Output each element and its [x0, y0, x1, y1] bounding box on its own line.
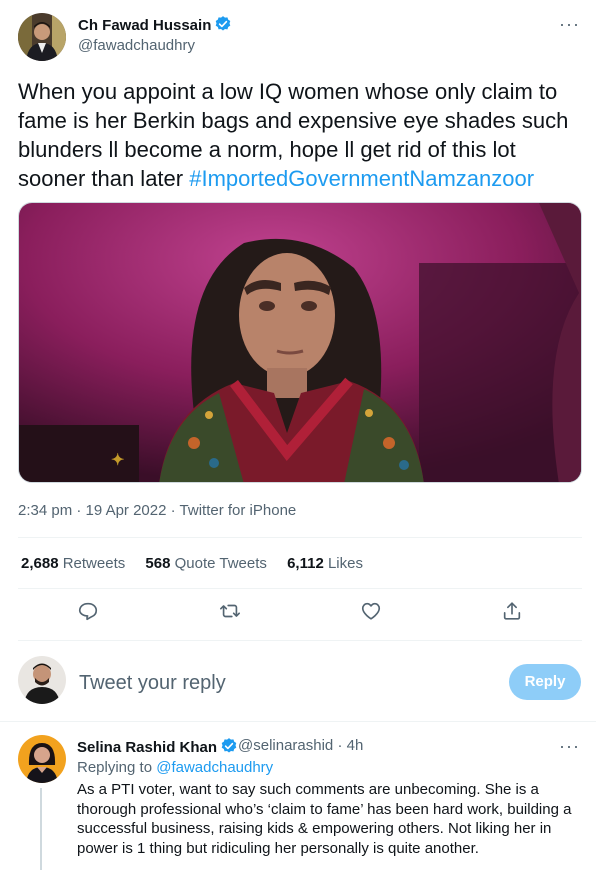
verified-badge-icon — [220, 737, 238, 759]
replying-to-label: Replying to — [77, 759, 157, 776]
divider — [0, 721, 596, 722]
quote-tweets-stat[interactable]: 568 Quote Tweets — [145, 555, 266, 572]
reply-author-name[interactable]: Selina Rashid Khan — [77, 737, 238, 759]
replying-to: Replying to @fawadchaudhry — [77, 759, 273, 776]
tweet-source[interactable]: Twitter for iPhone — [180, 502, 297, 519]
svg-text:✦: ✦ — [111, 452, 124, 469]
current-user-avatar[interactable] — [18, 656, 66, 704]
share-icon[interactable] — [501, 600, 523, 627]
author-name-text[interactable]: Ch Fawad Hussain — [78, 17, 211, 34]
tweet-metadata: 2:34 pm · 19 Apr 2022 · Twitter for iPho… — [18, 502, 296, 519]
like-icon[interactable] — [360, 600, 382, 627]
reply-more-options-icon[interactable]: ··· — [559, 736, 580, 757]
likes-count: 6,112 — [287, 555, 324, 572]
tweet-time[interactable]: 2:34 pm — [18, 502, 72, 519]
divider — [18, 537, 582, 538]
reply-author-handle[interactable]: @selinarashid · 4h — [238, 737, 363, 754]
verified-badge-icon — [214, 15, 232, 37]
author-avatar[interactable] — [18, 13, 66, 61]
likes-stat[interactable]: 6,112 Likes — [287, 555, 363, 572]
reply-text: As a PTI voter, want to say such comment… — [77, 781, 572, 857]
thread-line — [40, 788, 42, 870]
replying-to-mention[interactable]: @fawadchaudhry — [156, 759, 273, 776]
tweet-stats: 2,688 Retweets 568 Quote Tweets 6,112 Li… — [21, 555, 379, 572]
tweet-date[interactable]: 19 Apr 2022 — [86, 502, 167, 519]
tweet-actions — [0, 600, 596, 628]
divider — [18, 640, 582, 641]
reply-author-name-text[interactable]: Selina Rashid Khan — [77, 739, 217, 756]
quotes-count: 568 — [145, 555, 171, 572]
more-options-icon[interactable]: ··· — [559, 14, 580, 35]
author-handle[interactable]: @fawadchaudhry — [78, 37, 195, 54]
retweets-count: 2,688 — [21, 555, 59, 572]
tweet-media-image[interactable]: ✦ — [18, 202, 582, 483]
hashtag-link[interactable]: #ImportedGovernmentNamzanzoor — [189, 166, 534, 191]
reply-icon[interactable] — [77, 600, 99, 627]
quotes-label: Quote Tweets — [174, 555, 267, 572]
retweets-stat[interactable]: 2,688 Retweets — [21, 555, 125, 572]
reply-input[interactable]: Tweet your reply — [79, 672, 226, 695]
tweet-text: When you appoint a low IQ women whose on… — [18, 77, 588, 193]
author-name[interactable]: Ch Fawad Hussain — [78, 15, 232, 37]
retweets-label: Retweets — [62, 555, 126, 572]
meta-separator: · — [170, 502, 180, 519]
meta-separator: · — [76, 502, 86, 519]
divider — [18, 588, 582, 589]
retweet-icon[interactable] — [219, 600, 241, 627]
reply-button[interactable]: Reply — [509, 664, 581, 700]
reply-author-avatar[interactable] — [18, 735, 66, 783]
likes-label: Likes — [327, 555, 363, 572]
